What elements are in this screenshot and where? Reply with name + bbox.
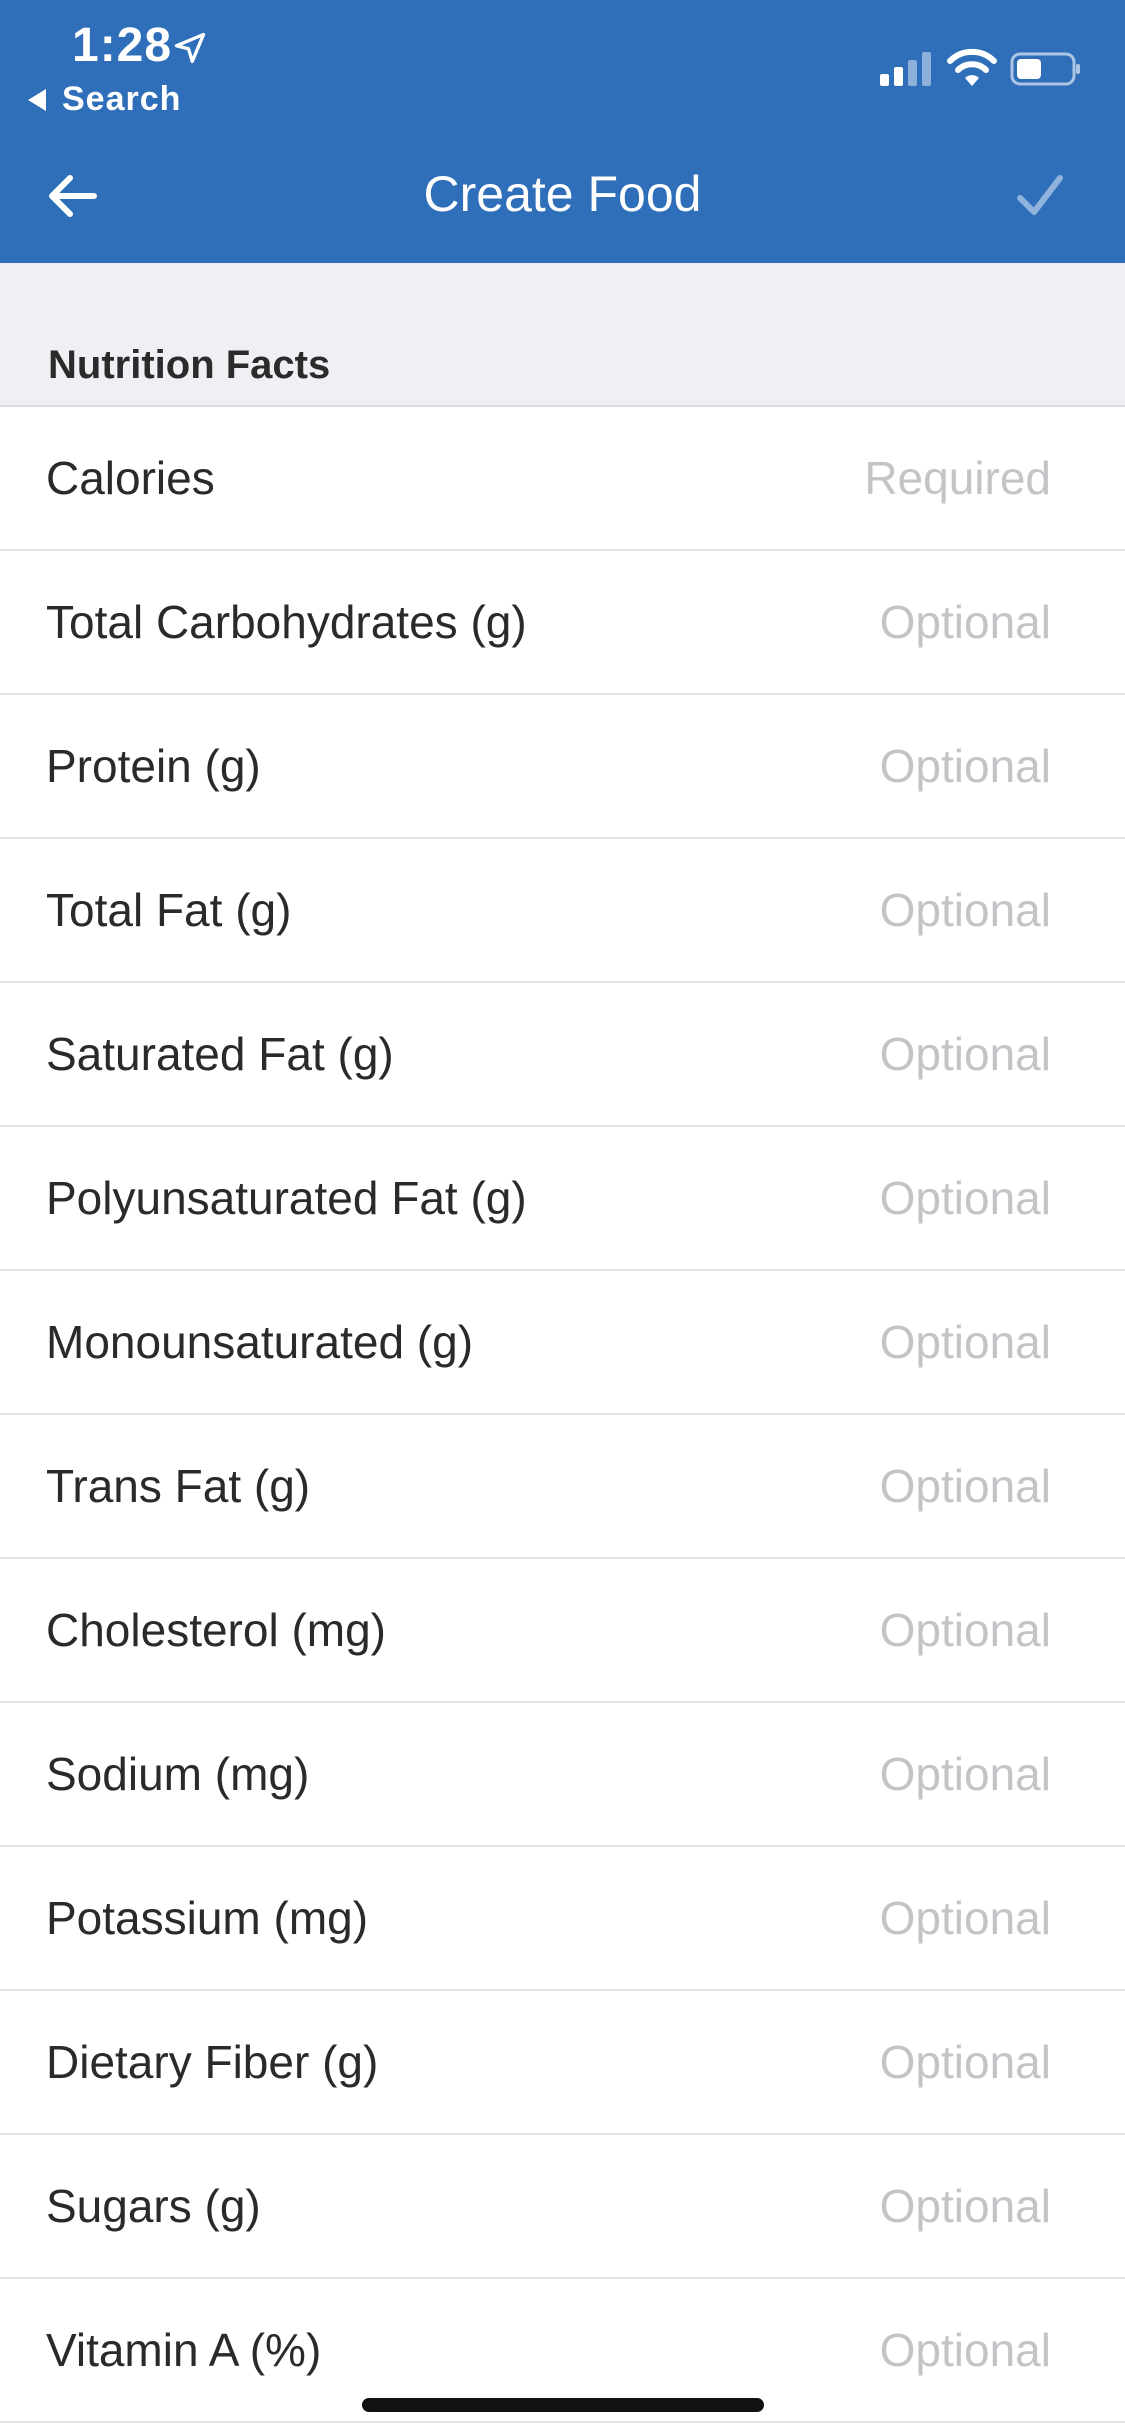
saturated-fat-input[interactable] (631, 983, 1051, 1125)
field-label: Sugars (g) (46, 2180, 261, 2232)
field-row-sugars[interactable]: Sugars (g) (0, 2135, 1125, 2279)
back-to-app-link[interactable]: Search (28, 80, 181, 119)
save-checkmark-icon[interactable] (1016, 172, 1064, 220)
status-time: 1:28 (72, 19, 173, 72)
wifi-icon (947, 48, 997, 86)
sugars-input[interactable] (631, 2135, 1051, 2277)
potassium-input[interactable] (631, 1847, 1051, 1989)
field-row-saturated-fat[interactable]: Saturated Fat (g) (0, 983, 1125, 1127)
total-carbohydrates-input[interactable] (631, 551, 1051, 693)
back-triangle-icon (28, 88, 46, 111)
create-food-screen: 1:28 Search Create Food Nutrition Facts … (0, 0, 1125, 2436)
dietary-fiber-input[interactable] (631, 1991, 1051, 2133)
field-row-cholesterol[interactable]: Cholesterol (mg) (0, 1559, 1125, 1703)
field-label: Total Carbohydrates (g) (46, 596, 527, 648)
nutrition-fields-list: Calories Total Carbohydrates (g) Protein… (0, 407, 1125, 2423)
sodium-input[interactable] (631, 1703, 1051, 1845)
section-header: Nutrition Facts (0, 263, 1125, 407)
field-row-potassium[interactable]: Potassium (mg) (0, 1847, 1125, 1991)
protein-input[interactable] (631, 695, 1051, 837)
field-label: Total Fat (g) (46, 884, 292, 936)
cholesterol-input[interactable] (631, 1559, 1051, 1701)
field-row-calories[interactable]: Calories (0, 407, 1125, 551)
cellular-signal-icon (880, 52, 931, 86)
header: 1:28 Search Create Food (0, 0, 1125, 263)
field-label: Saturated Fat (g) (46, 1028, 394, 1080)
field-row-monounsaturated[interactable]: Monounsaturated (g) (0, 1271, 1125, 1415)
location-arrow-icon (174, 32, 206, 64)
monounsaturated-input[interactable] (631, 1271, 1051, 1413)
battery-icon (1010, 52, 1080, 86)
field-label: Dietary Fiber (g) (46, 2036, 379, 2088)
field-row-total-carbohydrates[interactable]: Total Carbohydrates (g) (0, 551, 1125, 695)
polyunsaturated-fat-input[interactable] (631, 1127, 1051, 1269)
section-title: Nutrition Facts (48, 343, 331, 387)
field-label: Polyunsaturated Fat (g) (46, 1172, 527, 1224)
total-fat-input[interactable] (631, 839, 1051, 981)
field-label: Potassium (mg) (46, 1892, 369, 1944)
back-to-app-label: Search (62, 80, 182, 118)
field-label: Calories (46, 452, 215, 504)
field-row-dietary-fiber[interactable]: Dietary Fiber (g) (0, 1991, 1125, 2135)
home-indicator[interactable] (362, 2398, 764, 2412)
field-row-sodium[interactable]: Sodium (mg) (0, 1703, 1125, 1847)
field-label: Trans Fat (g) (46, 1460, 311, 1512)
field-label: Monounsaturated (g) (46, 1316, 474, 1368)
calories-input[interactable] (631, 407, 1051, 549)
field-row-protein[interactable]: Protein (g) (0, 695, 1125, 839)
field-label: Cholesterol (mg) (46, 1604, 386, 1656)
trans-fat-input[interactable] (631, 1415, 1051, 1557)
field-label: Vitamin A (%) (46, 2324, 322, 2376)
field-label: Protein (g) (46, 740, 261, 792)
page-title: Create Food (423, 166, 702, 222)
field-label: Sodium (mg) (46, 1748, 310, 1800)
field-row-polyunsaturated-fat[interactable]: Polyunsaturated Fat (g) (0, 1127, 1125, 1271)
field-row-total-fat[interactable]: Total Fat (g) (0, 839, 1125, 983)
field-row-trans-fat[interactable]: Trans Fat (g) (0, 1415, 1125, 1559)
